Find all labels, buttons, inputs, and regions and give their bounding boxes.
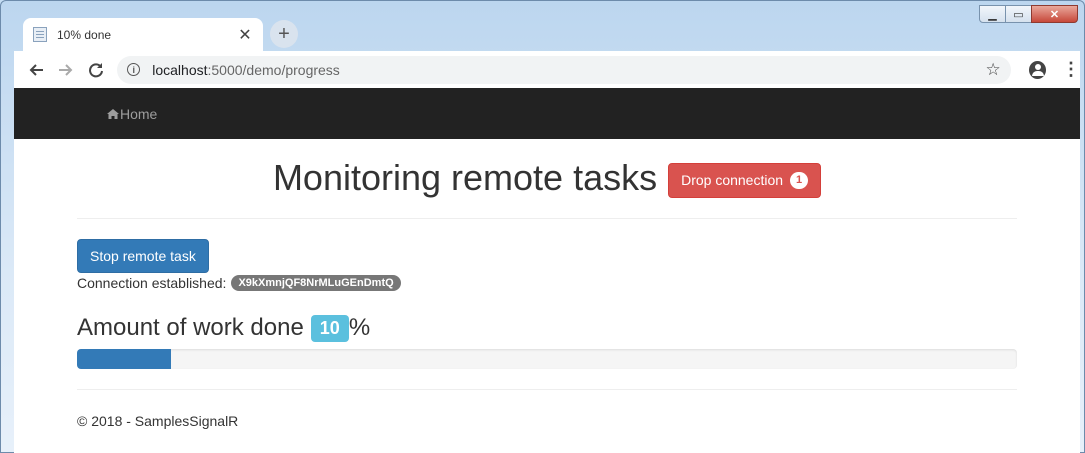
drop-connection-button[interactable]: Drop connection 1 [668, 162, 822, 198]
progress-track [77, 349, 1017, 369]
page-content: Home Monitoring remote tasks Drop connec… [14, 88, 1080, 453]
site-navbar: Home [14, 88, 1080, 139]
window-controls: ▁ ▭ ✕ [979, 5, 1078, 23]
nav-home-link[interactable]: Home [107, 106, 157, 122]
work-unit: % [348, 314, 371, 341]
tab-close-icon[interactable]: ✕ [237, 25, 253, 45]
new-tab-button[interactable]: + [270, 20, 298, 48]
address-bar[interactable]: i localhost:5000/demo/progress ☆ [117, 55, 1011, 84]
tab-title: 10% done [57, 27, 112, 42]
work-percent-badge: 10 [310, 314, 349, 342]
connection-status: Connection established: X9kXmnjQF8NrMLuG… [77, 275, 401, 291]
minimize-button[interactable]: ▁ [979, 5, 1006, 23]
window-close-button[interactable]: ✕ [1031, 5, 1078, 23]
connection-count-badge: 1 [790, 171, 809, 189]
browser-toolbar: i localhost:5000/demo/progress ☆ ⋮ [14, 51, 1080, 88]
page-favicon-icon [33, 27, 47, 42]
drop-connection-label: Drop connection [681, 172, 784, 188]
maximize-button[interactable]: ▭ [1005, 5, 1032, 23]
connection-label: Connection established: [77, 275, 227, 291]
footer-text: © 2018 - SamplesSignalR [77, 413, 239, 429]
url-path: :5000/demo/progress [207, 61, 340, 78]
url-host: localhost [152, 61, 208, 78]
progress-bar [77, 349, 171, 369]
back-arrow-icon[interactable] [25, 59, 46, 81]
bookmark-star-icon[interactable]: ☆ [986, 60, 1001, 80]
footer-divider [77, 389, 1017, 390]
work-label: Amount of work done [77, 314, 304, 341]
forward-arrow-icon[interactable] [55, 59, 76, 81]
page-title: Monitoring remote tasks [272, 157, 658, 198]
reload-icon[interactable] [85, 59, 106, 81]
page-header: Monitoring remote tasks Drop connection … [77, 157, 1017, 199]
account-icon[interactable] [1028, 60, 1047, 79]
url-text[interactable]: localhost:5000/demo/progress [152, 62, 985, 78]
header-divider [77, 218, 1017, 219]
stop-remote-task-button[interactable]: Stop remote task [77, 239, 209, 273]
browser-tab[interactable]: 10% done ✕ [23, 18, 263, 51]
home-icon [107, 108, 119, 119]
nav-home-label: Home [120, 105, 158, 122]
browser-window: ▁ ▭ ✕ 10% done ✕ + i localhost:5000/demo… [0, 0, 1085, 453]
connection-id-badge: X9kXmnjQF8NrMLuGEnDmtQ [231, 275, 401, 291]
browser-menu-icon[interactable]: ⋮ [1062, 59, 1080, 80]
work-done-heading: Amount of work done 10 % [77, 314, 370, 342]
site-info-icon[interactable]: i [127, 63, 141, 76]
